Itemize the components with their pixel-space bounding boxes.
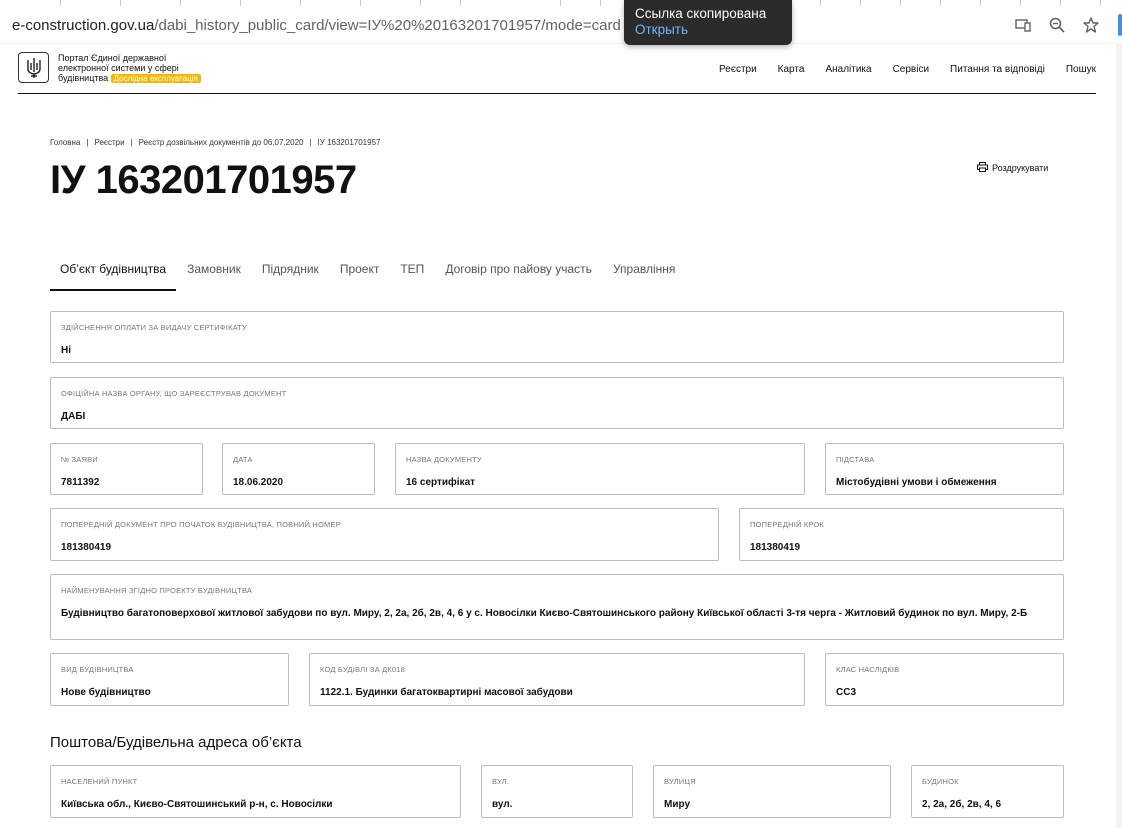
breadcrumb-home[interactable]: Головна [50, 138, 80, 147]
copy-toast: Ссылка скопирована Открыть [624, 0, 792, 45]
field-value: Київська обл., Києво-Святошинський р-н, … [61, 799, 333, 810]
browser-toolbar: e-construction.gov.ua/dabi_history_publi… [0, 0, 1122, 44]
field-previous-document: Попередній документ про початок будівниц… [50, 508, 719, 561]
field-basis: Підстава Містобудівні умови і обмеження [825, 443, 1064, 495]
tab-bar: Об’єкт будівництва Замовник Підрядник Пр… [50, 262, 686, 291]
field-authority: Офіційна назва органу, що зареєстрував д… [50, 377, 1064, 429]
nav-faq[interactable]: Питання та відповіді [950, 64, 1045, 75]
tab-customer[interactable]: Замовник [177, 262, 251, 291]
nav-services[interactable]: Сервіси [893, 64, 929, 75]
field-label: № заяви [61, 455, 98, 464]
field-label: Клас наслідків [836, 665, 900, 674]
field-value: 18.06.2020 [233, 477, 284, 488]
address-bar[interactable]: e-construction.gov.ua/dabi_history_publi… [12, 17, 621, 34]
tab-strip [0, 0, 1122, 6]
field-document-name: Назва документу 16 сертифікат [395, 443, 805, 495]
scrollbar[interactable] [1116, 44, 1122, 828]
field-label: Населений пункт [61, 777, 138, 786]
tab-management[interactable]: Управління [603, 262, 685, 291]
field-value: 181380419 [750, 542, 801, 553]
field-building-code: Код будівлі за ДК018 1122.1. Будинки баг… [309, 653, 805, 706]
beta-badge: Дослідна експлуатація [110, 74, 201, 83]
field-street: Вулиця Миру [653, 765, 891, 818]
tab-object[interactable]: Об’єкт будівництва [50, 262, 177, 291]
field-value: Миру [664, 799, 691, 810]
field-building: Будинок 2, 2а, 2б, 2в, 4, 6 [911, 765, 1064, 818]
field-label: Дата [233, 455, 253, 464]
field-label: Найменування згідно проекту будівництва [61, 586, 253, 595]
site-header: Портал Єдиної державної електронної сист… [18, 50, 1096, 94]
url-host: e-construction.gov.ua [12, 17, 155, 34]
field-value: Ні [61, 345, 71, 356]
field-settlement: Населений пункт Київська обл., Києво-Свя… [50, 765, 461, 818]
field-label: Вид будівництва [61, 665, 134, 674]
field-value: вул. [492, 799, 513, 810]
portal-name[interactable]: Портал Єдиної державної електронної сист… [58, 53, 228, 84]
tab-contractor[interactable]: Підрядник [252, 262, 329, 291]
field-consequence-class: Клас наслідків СС3 [825, 653, 1064, 706]
url-path: /dabi_history_public_card/view=ІУ%20%201… [154, 17, 621, 34]
field-value: Нове будівництво [61, 687, 151, 698]
breadcrumb-current: ІУ 163201701957 [317, 138, 381, 147]
field-payment: Здійснення оплати за видачу сертифікату … [50, 311, 1064, 363]
field-label: Здійснення оплати за видачу сертифікату [61, 323, 247, 332]
field-street-type: Вул. вул. [481, 765, 633, 818]
printer-icon [977, 162, 988, 174]
page-title: ІУ 163201701957 [50, 158, 357, 202]
field-project-name: Найменування згідно проекту будівництва … [50, 574, 1064, 640]
tab-tep[interactable]: ТЕП [390, 262, 434, 291]
field-value: СС3 [836, 687, 857, 698]
field-label: Офіційна назва органу, що зареєстрував д… [61, 389, 287, 398]
extension-indicator [1118, 14, 1122, 36]
field-value: Будівництво багатоповерхової житлової за… [61, 608, 1028, 619]
toast-open-link[interactable]: Открыть [635, 21, 781, 39]
tab-share-agreement[interactable]: Договір про пайову участь [435, 262, 602, 291]
field-previous-step: Попередній крок 181380419 [739, 508, 1064, 561]
field-label: Код будівлі за ДК018 [320, 665, 406, 674]
field-value: ДАБІ [61, 411, 86, 422]
field-value: 7811392 [61, 477, 100, 488]
field-construction-type: Вид будівництва Нове будівництво [50, 653, 289, 706]
breadcrumb-registries[interactable]: Реєстри [94, 138, 124, 147]
main-nav: Реєстри Карта Аналітика Сервіси Питання … [719, 64, 1096, 75]
breadcrumb: Головна | Реєстри | Реєстр дозвільних до… [50, 138, 381, 147]
field-label: Підстава [836, 455, 875, 464]
address-section-title: Поштова/Будівельна адреса об’єкта [50, 734, 302, 751]
nav-analytics[interactable]: Аналітика [825, 64, 871, 75]
cast-icon[interactable] [1014, 16, 1032, 34]
field-value: 16 сертифікат [406, 477, 476, 488]
field-value: Містобудівні умови і обмеження [836, 477, 997, 488]
field-label: Будинок [922, 777, 959, 786]
nav-search[interactable]: Пошук [1066, 64, 1096, 75]
field-label: Назва документу [406, 455, 482, 464]
print-button[interactable]: Роздрукувати [977, 162, 1048, 174]
field-date: Дата 18.06.2020 [222, 443, 375, 495]
field-label: Попередній крок [750, 520, 825, 529]
field-value: 181380419 [61, 542, 112, 553]
nav-registries[interactable]: Реєстри [719, 64, 757, 75]
field-value: 2, 2а, 2б, 2в, 4, 6 [922, 799, 1002, 810]
field-value: 1122.1. Будинки багатоквартирні масової … [320, 687, 573, 698]
star-icon[interactable] [1082, 16, 1100, 34]
field-label: Вулиця [664, 777, 696, 786]
breadcrumb-registry[interactable]: Реєстр дозвільних документів до 06.07.20… [139, 138, 304, 147]
tab-project[interactable]: Проект [330, 262, 390, 291]
field-label: Попередній документ про початок будівниц… [61, 520, 341, 529]
field-label: Вул. [492, 777, 510, 786]
nav-map[interactable]: Карта [778, 64, 805, 75]
toast-message: Ссылка скопирована [635, 6, 767, 21]
field-application-number: № заяви 7811392 [50, 443, 203, 495]
zoom-icon[interactable] [1048, 16, 1066, 34]
trident-logo-icon[interactable] [18, 52, 49, 83]
